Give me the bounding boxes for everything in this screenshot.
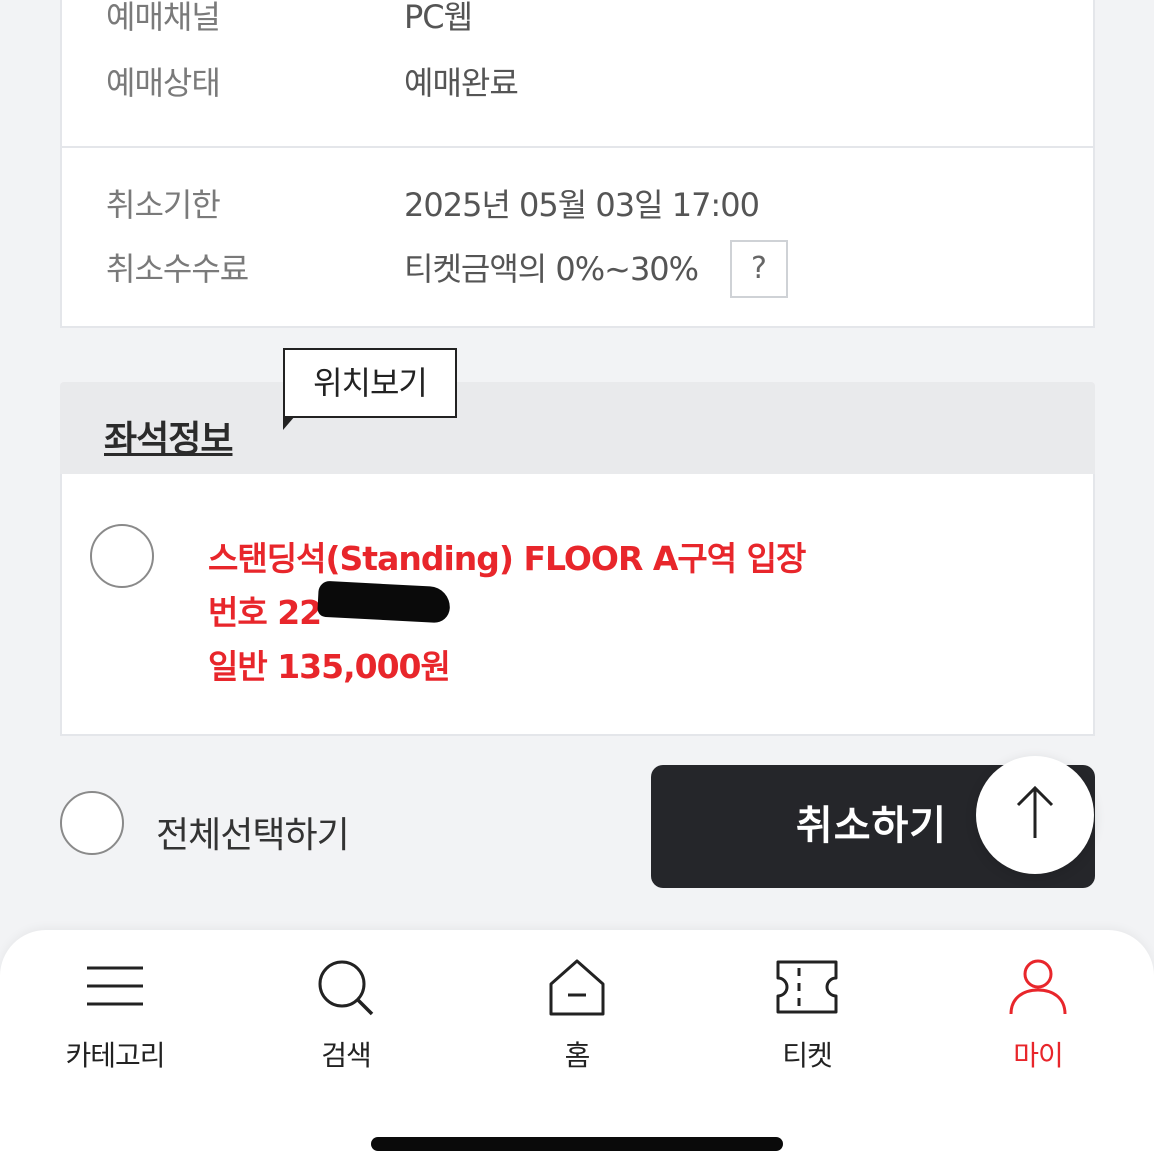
redaction-mark: [317, 580, 451, 624]
home-indicator: [371, 1137, 783, 1151]
home-icon: [549, 959, 605, 1016]
nav-item-ticket[interactable]: 티켓: [737, 958, 877, 1074]
nav-label-category: 카테고리: [65, 1039, 165, 1072]
cancel-button-label: 취소하기: [795, 803, 948, 849]
nav-label-home: 홈: [564, 1039, 591, 1072]
tooltip-tail: [283, 402, 295, 430]
scroll-top-button[interactable]: [976, 756, 1094, 874]
nav-label-search: 검색: [321, 1039, 372, 1072]
channel-label: 예매채널: [106, 0, 221, 36]
cancel-fee-value: 티켓금액의 0%~30%: [404, 250, 699, 288]
nav-label-my: 마이: [1013, 1039, 1064, 1072]
nav-item-search[interactable]: 검색: [276, 958, 416, 1074]
ticket-icon: [776, 960, 838, 1014]
status-label: 예매상태: [106, 64, 221, 102]
seat-info-body: 스탠딩석(Standing) FLOOR A구역 입장 번호 22 일반 135…: [60, 474, 1095, 736]
cancel-deadline-value: 2025년 05월 03일 17:00: [404, 186, 760, 224]
menu-icon: [87, 966, 143, 1006]
nav-item-category[interactable]: 카테고리: [45, 958, 185, 1074]
seat-zone-text: 스탠딩석(Standing) FLOOR A구역 입장: [208, 539, 806, 578]
arrow-up-icon: [1016, 785, 1054, 838]
nav-item-my[interactable]: 마이: [968, 958, 1108, 1074]
nav-label-ticket: 티켓: [782, 1039, 833, 1072]
seat-price-text: 일반 135,000원: [208, 647, 451, 686]
cancel-deadline-label: 취소기한: [106, 186, 221, 224]
cancel-fee-label: 취소수수료: [106, 250, 249, 288]
seat-select-radio[interactable]: [90, 524, 154, 588]
status-value: 예매완료: [404, 64, 519, 102]
seat-info-title: 좌석정보: [104, 419, 233, 460]
channel-value: PC웹: [404, 0, 473, 36]
booking-info-card: 예매채널 PC웹 예매상태 예매완료 취소기한 2025년 05월 03일 17…: [60, 0, 1095, 328]
location-view-tooltip[interactable]: 위치보기: [283, 348, 457, 430]
select-all-radio[interactable]: [60, 791, 124, 855]
user-icon: [1009, 959, 1067, 1015]
info-divider: [62, 146, 1093, 148]
tooltip-label: 위치보기: [313, 364, 428, 402]
bottom-nav: 카테고리 검색 홈 티켓 마이: [0, 930, 1154, 1154]
fee-help-button[interactable]: ?: [730, 240, 788, 298]
nav-item-home[interactable]: 홈: [507, 958, 647, 1074]
seat-number-text: 번호 22: [208, 593, 322, 632]
select-all-label[interactable]: 전체선택하기: [156, 806, 350, 858]
search-icon: [318, 960, 374, 1016]
seat-info-header: 좌석정보: [60, 382, 1095, 474]
